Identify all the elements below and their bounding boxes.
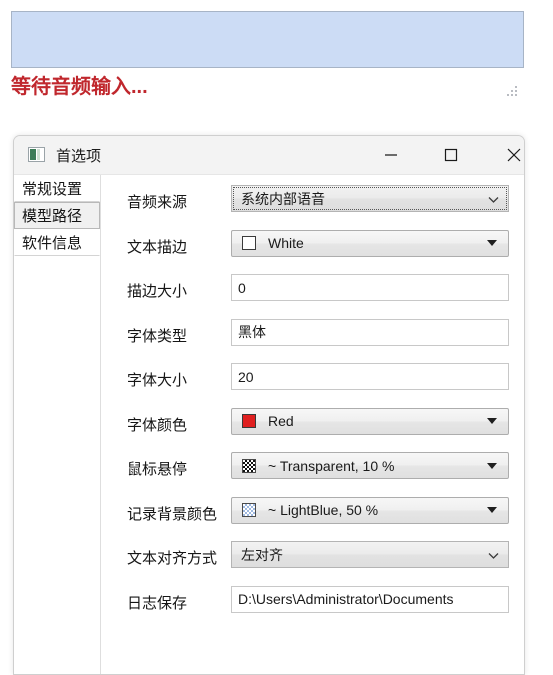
field-value: ~ LightBlue, 50 %: [268, 502, 379, 518]
form-row: 字体颜色 Red: [100, 403, 524, 447]
field-value: D:\Users\Administrator\Documents: [238, 591, 454, 607]
triangle-down-icon: [487, 507, 497, 513]
field-value: 0: [238, 279, 246, 296]
field-label: 字体类型: [127, 326, 188, 345]
field-value: White: [268, 235, 304, 251]
sidebar-item-label: 软件信息: [22, 234, 83, 252]
field-label: 文本对齐方式: [127, 549, 218, 567]
sidebar: 常规设置模型路径软件信息: [14, 175, 101, 674]
text-outline-color-combo[interactable]: White: [231, 229, 509, 257]
triangle-down-icon: [487, 240, 497, 246]
field-label: 字体颜色: [127, 415, 188, 434]
form-row: 鼠标悬停 ~ Transparent, 10 %: [100, 447, 524, 491]
chevron-down-icon: [488, 547, 499, 563]
text-align-combo[interactable]: 左对齐: [231, 541, 509, 568]
audio-waveform-panel: [11, 11, 524, 68]
audio-source-combo[interactable]: 系统内部语音: [231, 185, 509, 212]
field-value: 左对齐: [241, 546, 283, 563]
sidebar-item-0[interactable]: 常规设置: [14, 175, 100, 202]
form-row: 文本描边 White: [100, 225, 524, 269]
minimize-button[interactable]: [368, 136, 414, 173]
app-icon: [28, 147, 45, 162]
field-value: 黑体: [238, 324, 266, 340]
chevron-down-icon: [488, 191, 499, 207]
color-swatch-icon: [242, 236, 256, 250]
dialog-body: 常规设置模型路径软件信息 音频来源 系统内部语音文本描边 White 描边大小 0 字体类…: [14, 175, 524, 674]
form-row: 音频来源 系统内部语音: [100, 180, 524, 224]
hover-color-combo[interactable]: ~ Transparent, 10 %: [231, 452, 509, 479]
color-swatch-icon: [242, 414, 256, 428]
field-label: 鼠标悬停: [127, 460, 188, 478]
form-row: 日志保存 D:\Users\Administrator\Documents: [100, 581, 524, 625]
close-button[interactable]: [491, 136, 524, 173]
preferences-dialog: 首选项 常规设置模型路径软件信息 音频来源 系统内部语音文本描边 White 描边大小…: [13, 135, 525, 675]
field-label: 描边大小: [127, 282, 188, 300]
log-path-input[interactable]: D:\Users\Administrator\Documents: [231, 585, 509, 613]
outline-size-input[interactable]: 0: [231, 274, 509, 301]
field-label: 日志保存: [127, 593, 188, 612]
sidebar-item-2[interactable]: 软件信息: [14, 229, 100, 256]
field-value: 系统内部语音: [241, 190, 325, 207]
field-label: 记录背景颜色: [127, 504, 218, 523]
field-label: 文本描边: [127, 237, 188, 256]
transparent-swatch-icon: [242, 458, 256, 473]
form-row: 文本对齐方式 左对齐: [100, 536, 524, 580]
field-label: 音频来源: [127, 193, 188, 211]
resize-grip[interactable]: [503, 82, 521, 100]
field-value: 20: [238, 368, 254, 385]
dialog-title: 首选项: [56, 147, 102, 165]
field-value: Red: [268, 413, 294, 429]
font-size-input[interactable]: 20: [231, 363, 509, 390]
form-row: 记录背景颜色 ~ LightBlue, 50 %: [100, 492, 524, 536]
triangle-down-icon: [487, 418, 497, 424]
sidebar-item-label: 常规设置: [22, 180, 83, 198]
form-row: 字体类型 黑体: [100, 314, 524, 358]
record-background-color-combo[interactable]: ~ LightBlue, 50 %: [231, 496, 509, 524]
font-family-input[interactable]: 黑体: [231, 318, 509, 346]
sidebar-item-1[interactable]: 模型路径: [14, 202, 100, 229]
triangle-down-icon: [487, 462, 497, 469]
maximize-button[interactable]: [428, 136, 474, 173]
form-row: 描边大小 0: [100, 269, 524, 313]
field-label: 字体大小: [127, 371, 188, 389]
dialog-title-bar[interactable]: 首选项: [14, 136, 524, 175]
sidebar-item-label: 模型路径: [22, 207, 83, 225]
settings-form: 音频来源 系统内部语音文本描边 White 描边大小 0 字体类型 黑体字体大小 20 字体颜色…: [100, 175, 524, 674]
field-value: ~ Transparent, 10 %: [268, 457, 395, 474]
status-message: 等待音频输入...: [11, 76, 148, 98]
transparent-swatch-icon: [242, 503, 256, 517]
form-row: 字体大小 20: [100, 358, 524, 402]
font-color-combo[interactable]: Red: [231, 407, 509, 435]
